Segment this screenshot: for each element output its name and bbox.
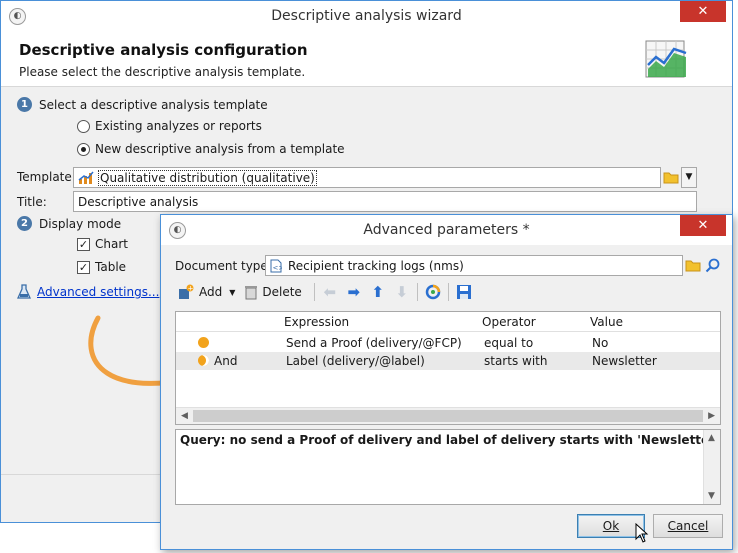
svg-text:<>: <> — [273, 264, 283, 272]
document-folder-icon[interactable] — [685, 257, 701, 276]
add-condition-icon: + — [179, 284, 194, 299]
grid-horizontal-scrollbar[interactable]: ◀ ▶ — [176, 407, 720, 424]
title-input[interactable]: Descriptive analysis — [73, 191, 697, 212]
table-row[interactable]: And Label (delivery/@label) starts with … — [176, 352, 720, 370]
radio-new-indicator[interactable] — [77, 142, 90, 156]
step-2-badge: 2 — [17, 216, 32, 231]
step-1-label: Select a descriptive analysis template — [39, 97, 268, 112]
radio-new-from-template[interactable]: New descriptive analysis from a template — [77, 142, 345, 156]
wizard-subheading: Please select the descriptive analysis t… — [19, 65, 306, 79]
radio-new-label: New descriptive analysis from a template — [95, 142, 345, 156]
row-logic: And — [214, 354, 238, 368]
row-operator: starts with — [484, 354, 548, 368]
table-row[interactable]: Send a Proof (delivery/@FCP) equal to No — [176, 334, 720, 352]
cancel-label: Cancel — [667, 519, 709, 533]
row-expression: Send a Proof (delivery/@FCP) — [286, 336, 462, 350]
checkbox-chart-indicator[interactable]: ✓ — [77, 237, 90, 251]
wizard-heading: Descriptive analysis configuration — [19, 41, 308, 59]
radio-existing-label: Existing analyzes or reports — [95, 119, 262, 133]
template-label: Template: — [17, 170, 76, 184]
delete-button[interactable]: Delete — [241, 281, 304, 303]
template-folder-icon[interactable] — [663, 169, 679, 185]
add-label: Add — [199, 285, 223, 299]
row-operator: equal to — [484, 336, 534, 350]
cancel-button[interactable]: Cancel — [653, 514, 723, 538]
document-type-value: Recipient tracking logs (nms) — [288, 258, 464, 273]
grid-header: Expression Operator Value — [176, 312, 720, 332]
document-type-input[interactable]: <> Recipient tracking logs (nms) — [265, 255, 683, 276]
mouse-cursor-icon — [635, 523, 649, 543]
checkbox-table-label: Table — [95, 260, 127, 274]
delete-label: Delete — [262, 285, 302, 299]
move-up-icon[interactable]: ⬆ — [369, 283, 387, 301]
query-preview: Query: no send a Proof of delivery and l… — [175, 429, 721, 505]
save-icon[interactable] — [455, 283, 473, 301]
condition-toolbar: + Add ▼ Delete ⬅ ➡ ⬆ ⬇ — [175, 279, 718, 305]
main-titlebar[interactable]: ◐ Descriptive analysis wizard ✕ — [1, 1, 732, 31]
template-dropdown-icon[interactable]: ▼ — [681, 167, 697, 188]
step-1-badge: 1 — [17, 97, 32, 112]
step-2-heading: 2 Display mode — [17, 216, 121, 231]
dialog-title: Advanced parameters * — [363, 222, 530, 238]
analysis-chart-icon — [645, 40, 687, 78]
main-close-button[interactable]: ✕ — [680, 1, 726, 22]
toolbar-separator — [447, 283, 449, 301]
scroll-left-icon[interactable]: ◀ — [181, 411, 188, 421]
settings-flask-icon — [17, 284, 31, 299]
move-down-icon[interactable]: ⬇ — [393, 283, 411, 301]
advanced-settings-label[interactable]: Advanced settings... — [37, 285, 159, 299]
template-select[interactable]: Qualitative distribution (qualitative) — [73, 167, 661, 188]
column-header-expression[interactable]: Expression — [284, 315, 349, 329]
advanced-parameters-dialog: ◐ Advanced parameters * ✕ Document type:… — [160, 214, 733, 550]
scroll-thumb[interactable] — [193, 410, 703, 422]
advanced-settings-link[interactable]: Advanced settings... — [17, 284, 159, 300]
column-header-operator[interactable]: Operator — [482, 315, 536, 329]
step-1-heading: 1 Select a descriptive analysis template — [17, 97, 268, 112]
title-label: Title: — [17, 195, 47, 209]
row-expression: Label (delivery/@label) — [286, 354, 425, 368]
ok-label: Ok — [602, 519, 620, 533]
template-chart-icon — [78, 171, 94, 184]
checkbox-table[interactable]: ✓ Table — [77, 260, 126, 274]
toolbar-separator — [416, 283, 418, 301]
main-window-title: Descriptive analysis wizard — [271, 8, 462, 24]
document-search-icon[interactable] — [705, 257, 721, 276]
dialog-close-button[interactable]: ✕ — [680, 215, 726, 236]
scroll-right-icon[interactable]: ▶ — [708, 411, 715, 421]
document-type-label: Document type: — [175, 259, 272, 273]
dialog-titlebar[interactable]: ◐ Advanced parameters * ✕ — [161, 215, 732, 245]
checkbox-chart-label: Chart — [95, 237, 128, 251]
step-2-label: Display mode — [39, 216, 122, 231]
trash-icon — [245, 286, 258, 300]
wizard-header: Descriptive analysis configuration Pleas… — [1, 31, 732, 87]
scroll-up-icon[interactable]: ▲ — [708, 433, 715, 443]
add-button[interactable]: + Add ▼ — [175, 281, 238, 303]
move-left-icon[interactable]: ⬅ — [321, 283, 339, 301]
column-header-value[interactable]: Value — [590, 315, 623, 329]
checkbox-chart[interactable]: ✓ Chart — [77, 237, 128, 251]
toolbar-separator — [313, 283, 315, 301]
refresh-preview-icon[interactable] — [424, 283, 442, 301]
condition-dot-icon — [198, 337, 209, 348]
radio-existing-indicator[interactable] — [77, 119, 90, 133]
conditions-grid[interactable]: Expression Operator Value Send a Proof (… — [175, 311, 721, 425]
query-text: Query: no send a Proof of delivery and l… — [180, 433, 719, 447]
checkbox-table-indicator[interactable]: ✓ — [77, 260, 90, 274]
move-right-icon[interactable]: ➡ — [345, 283, 363, 301]
title-value: Descriptive analysis — [78, 194, 199, 209]
row-value: Newsletter — [592, 354, 657, 368]
row-value: No — [592, 336, 609, 350]
svg-text:+: + — [188, 285, 194, 293]
scroll-down-icon[interactable]: ▼ — [708, 491, 715, 501]
template-value: Qualitative distribution (qualitative) — [98, 169, 317, 186]
add-dropdown-icon[interactable]: ▼ — [229, 288, 235, 297]
radio-existing-analyzes[interactable]: Existing analyzes or reports — [77, 119, 262, 133]
document-schema-icon: <> — [270, 259, 283, 272]
condition-and-icon — [198, 355, 209, 366]
query-vertical-scrollbar[interactable]: ▲ ▼ — [703, 430, 720, 504]
